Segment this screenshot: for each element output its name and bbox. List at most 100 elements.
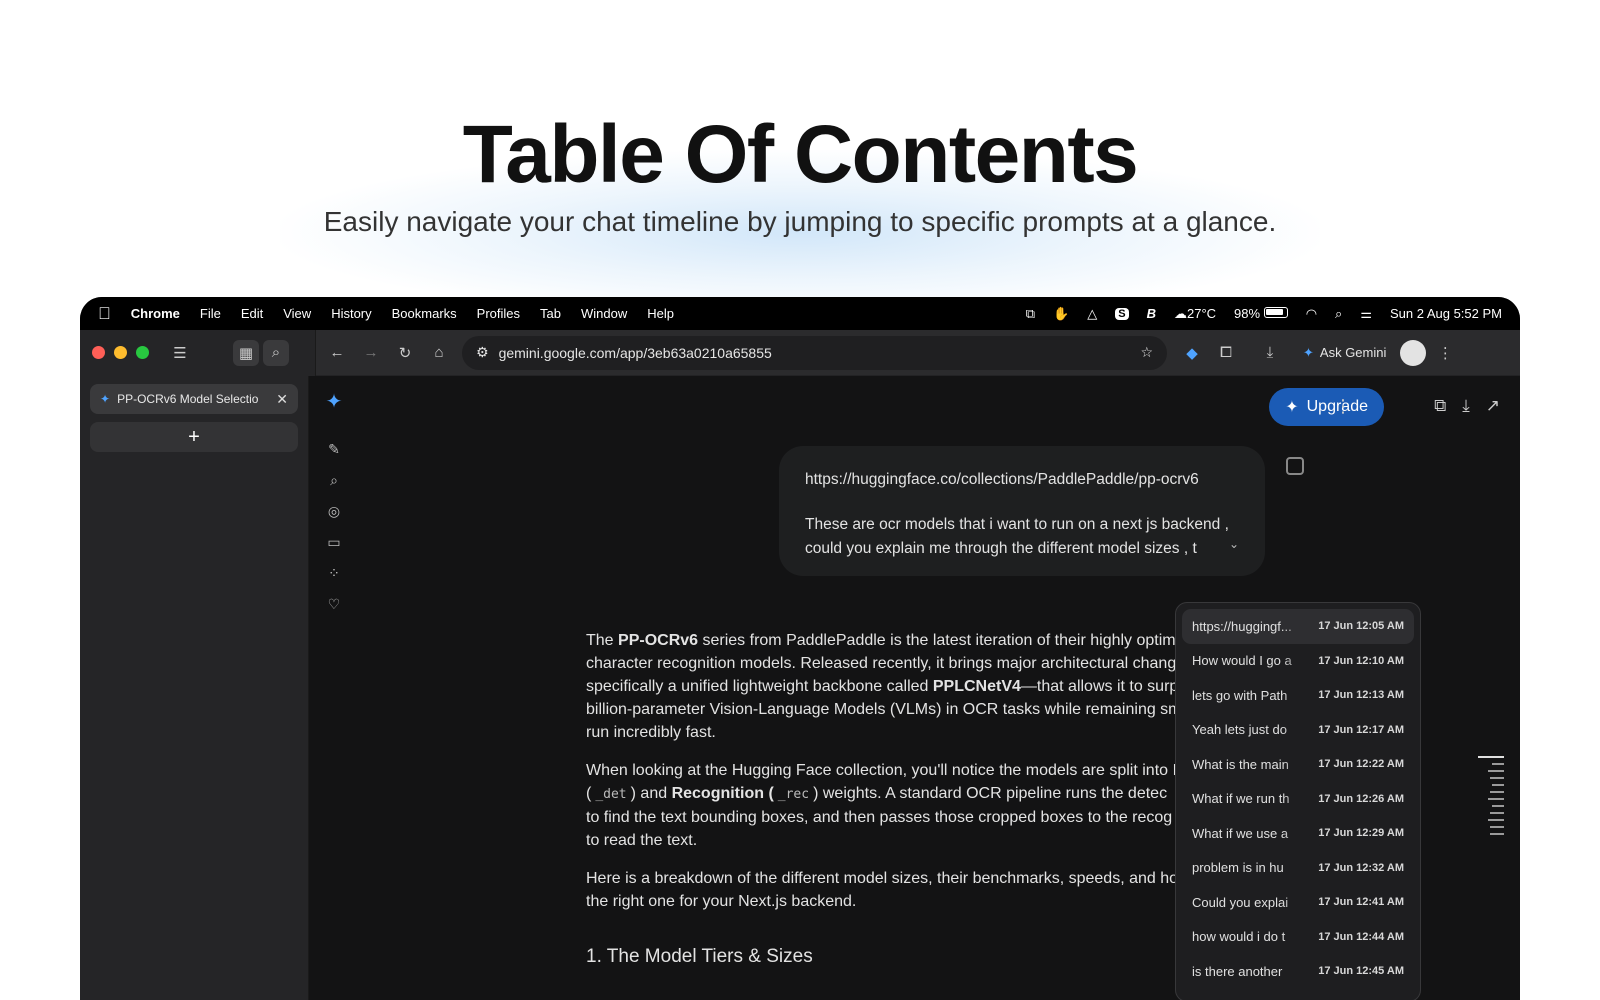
tab-search-icon[interactable]: ⌕: [263, 339, 289, 366]
extension-icon[interactable]: ◆: [1179, 340, 1205, 366]
toc-item[interactable]: lets go with Path 17 Jun 12:13 AM: [1182, 678, 1414, 713]
toc-item[interactable]: What is the main 17 Jun 12:22 AM: [1182, 747, 1414, 782]
toc-item[interactable]: problem is in hu 17 Jun 12:32 AM: [1182, 851, 1414, 886]
minimap-marker[interactable]: [1490, 833, 1504, 835]
text: the right one for your Next.js backend.: [586, 893, 857, 910]
text: specifically a unified lightweight backb…: [586, 678, 933, 695]
minimap-marker[interactable]: [1492, 763, 1504, 765]
menu-app-name[interactable]: Chrome: [131, 306, 180, 321]
browser-toolbar: ☰ ▦ ⌕ ← → ↻ ⌂ ⚙ gemini.google.com/app/3e…: [80, 329, 1520, 376]
minimap-marker[interactable]: [1488, 798, 1504, 800]
search-icon[interactable]: ⌕: [325, 471, 343, 489]
gemini-logo-icon[interactable]: ✦: [325, 392, 343, 412]
toc-item-prompt: Yeah lets just do: [1192, 722, 1311, 738]
site-info-icon[interactable]: ⚙: [476, 344, 489, 361]
gems-icon[interactable]: ◎: [325, 502, 343, 520]
hero-title: Table Of Contents: [462, 109, 1139, 200]
spark-icon: ✦: [1285, 399, 1299, 416]
expand-chevron-icon[interactable]: ⌄: [1229, 532, 1239, 556]
home-icon[interactable]: ⌂: [426, 340, 452, 366]
menu-file[interactable]: File: [200, 306, 221, 321]
toc-item-time: 17 Jun 12:17 AM: [1318, 723, 1404, 736]
toc-item-prompt: how would i do t: [1192, 929, 1311, 945]
library-icon[interactable]: ▭: [325, 533, 343, 551]
apple-icon[interactable]: : [98, 304, 111, 324]
minimap-marker[interactable]: [1490, 826, 1504, 828]
table-of-contents-panel: https://huggingf... 17 Jun 12:05 AM How wo…: [1175, 602, 1421, 1000]
battery-icon: [1263, 307, 1288, 318]
minimap-marker[interactable]: [1492, 784, 1504, 786]
hand-icon[interactable]: ✋: [1053, 306, 1069, 322]
copy-icon[interactable]: ⧉: [1434, 396, 1446, 416]
url-text[interactable]: gemini.google.com/app/3eb63a0210a65855: [499, 345, 1141, 361]
avatar[interactable]: [1400, 339, 1427, 366]
toc-item[interactable]: Yeah lets just do 17 Jun 12:17 AM: [1182, 713, 1414, 748]
menubar-status: ⧉ ✋ △ S B ☁27°C 98% ◠ ⌕ ⚌ Sun 2 Aug 5:52…: [1026, 306, 1502, 322]
menu-edit[interactable]: Edit: [241, 306, 263, 321]
address-bar[interactable]: ⚙ gemini.google.com/app/3eb63a0210a65855…: [462, 335, 1167, 370]
browser-menu-icon[interactable]: ⋮: [1432, 340, 1458, 366]
response-paragraph: The PP-OCRv6 series from PaddlePaddle is…: [586, 629, 1176, 744]
control-center-icon[interactable]: ⚌: [1360, 306, 1372, 322]
b-app-icon[interactable]: B: [1147, 306, 1156, 321]
menu-window[interactable]: Window: [581, 306, 627, 321]
menu-profiles[interactable]: Profiles: [477, 306, 520, 321]
more-options-icon[interactable]: ⋮: [1334, 396, 1352, 417]
wifi-icon[interactable]: ◠: [1306, 306, 1317, 322]
apps-icon[interactable]: ⁘: [325, 564, 343, 582]
screen-share-icon[interactable]: ⧉: [1026, 306, 1035, 322]
clock[interactable]: Sun 2 Aug 5:52 PM: [1390, 306, 1502, 321]
close-window-button[interactable]: [92, 346, 105, 359]
timeline-minimap[interactable]: [1478, 756, 1504, 840]
s-app-icon[interactable]: S: [1115, 307, 1129, 320]
favorites-icon[interactable]: ♡: [325, 595, 343, 613]
upgrade-button[interactable]: ✦ Upgrade: [1269, 388, 1384, 426]
menu-history[interactable]: History: [331, 306, 371, 321]
forward-icon[interactable]: →: [358, 340, 384, 366]
tab-grid-icon[interactable]: ▦: [233, 339, 259, 366]
bookmark-star-icon[interactable]: ☆: [1140, 344, 1153, 361]
menu-view[interactable]: View: [283, 306, 311, 321]
text: character recognition models. Released r…: [586, 655, 1176, 672]
minimap-marker[interactable]: [1478, 756, 1504, 758]
weather[interactable]: ☁27°C: [1174, 306, 1216, 322]
maximize-window-button[interactable]: [136, 346, 149, 359]
back-icon[interactable]: ←: [324, 340, 350, 366]
text: billion-parameter Vision-Language Models…: [586, 701, 1176, 718]
new-chat-icon[interactable]: ✎: [325, 440, 343, 458]
menu-help[interactable]: Help: [647, 306, 674, 321]
new-tab-button[interactable]: +: [90, 422, 298, 452]
drive-icon[interactable]: △: [1087, 306, 1097, 322]
menu-tab[interactable]: Tab: [540, 306, 561, 321]
toc-item[interactable]: is there another 17 Jun 12:45 AM: [1182, 954, 1414, 989]
minimize-window-button[interactable]: [114, 346, 127, 359]
toc-item[interactable]: How would I go a 17 Jun 12:10 AM: [1182, 644, 1414, 679]
minimap-marker[interactable]: [1488, 819, 1504, 821]
minimap-marker[interactable]: [1492, 805, 1504, 807]
toc-item[interactable]: Could you explai 17 Jun 12:41 AM: [1182, 885, 1414, 920]
toc-item[interactable]: how would i do t 17 Jun 12:44 AM: [1182, 920, 1414, 955]
minimap-marker[interactable]: [1490, 777, 1504, 779]
battery-status[interactable]: 98%: [1234, 306, 1288, 321]
tab-close-icon[interactable]: ✕: [276, 391, 288, 408]
tab-active[interactable]: ✦ PP-OCRv6 Model Selectio ✕: [90, 384, 298, 414]
download-icon[interactable]: ⤓: [1257, 340, 1283, 366]
minimap-marker[interactable]: [1490, 812, 1504, 814]
toc-item[interactable]: https://huggingf... 17 Jun 12:05 AM: [1182, 609, 1414, 644]
extensions-puzzle-icon[interactable]: ⧠: [1213, 340, 1239, 366]
export-icon[interactable]: ⤓: [1462, 396, 1470, 416]
toc-item[interactable]: What if we use a 17 Jun 12:29 AM: [1182, 816, 1414, 851]
menu-bookmarks[interactable]: Bookmarks: [392, 306, 457, 321]
text: ) weights. A standard OCR pipeline runs …: [813, 785, 1168, 802]
minimap-marker[interactable]: [1488, 770, 1504, 772]
spotlight-icon[interactable]: ⌕: [1335, 306, 1342, 322]
prompt-line: These are ocr models that i want to run …: [805, 516, 1229, 533]
open-external-icon[interactable]: ↗: [1486, 396, 1500, 416]
sidebar-toggle-icon[interactable]: ☰: [167, 340, 193, 366]
toc-item[interactable]: What if we run th 17 Jun 12:26 AM: [1182, 782, 1414, 817]
select-checkbox[interactable]: [1286, 457, 1304, 475]
battery-percent: 98%: [1234, 306, 1261, 321]
reload-icon[interactable]: ↻: [392, 340, 418, 366]
minimap-marker[interactable]: [1490, 791, 1504, 793]
ask-gemini-button[interactable]: ✦ Ask Gemini: [1303, 345, 1386, 361]
